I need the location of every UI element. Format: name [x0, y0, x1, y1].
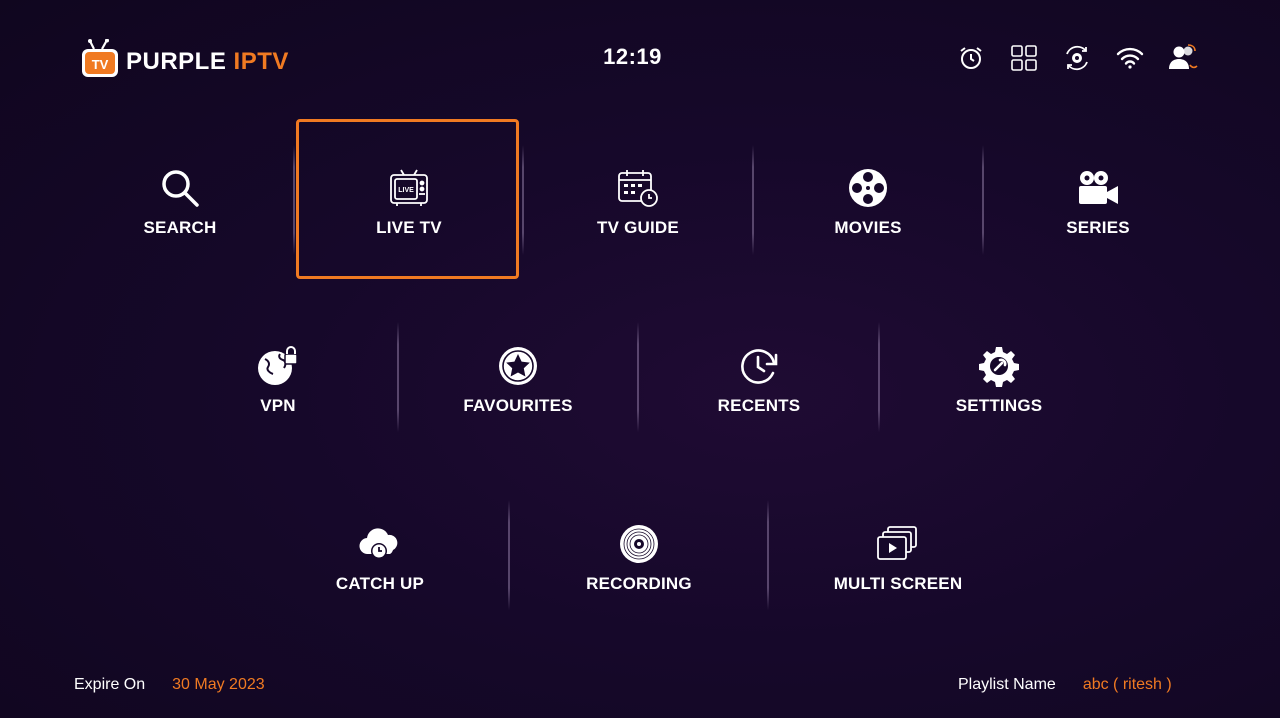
menu-label: SETTINGS: [955, 396, 1043, 415]
app-logo: TV PURPLE IPTV: [80, 38, 289, 82]
menu-series[interactable]: SERIES: [1038, 166, 1158, 238]
playlist-info: Playlist Name abc ( ritesh ): [958, 676, 1172, 694]
menu-multi-screen[interactable]: MULTI SCREEN: [834, 522, 962, 594]
stacked-screens-icon: [876, 522, 920, 566]
logo-word-purple: PURPLE: [126, 48, 227, 75]
logo-wordmark: PURPLE IPTV: [126, 48, 289, 76]
menu-search[interactable]: SEARCH: [120, 166, 240, 238]
menu-catch-up[interactable]: CATCH UP: [320, 522, 440, 594]
menu-label: LIVE TV: [376, 218, 442, 237]
settings-sync-icon[interactable]: [1061, 42, 1093, 74]
divider: [397, 322, 399, 432]
divider: [637, 322, 639, 432]
clock: 12:19: [603, 44, 662, 69]
playlist-label: Playlist Name: [958, 676, 1056, 693]
logo-badge-text: TV: [92, 57, 109, 72]
alarm-clock-icon[interactable]: [955, 42, 987, 74]
divider: [293, 145, 295, 255]
svg-text:LIVE: LIVE: [398, 187, 414, 194]
user-switch-icon[interactable]: [1167, 42, 1199, 74]
calendar-clock-icon: [616, 166, 660, 210]
film-reel-icon: [846, 166, 890, 210]
menu-movies[interactable]: MOVIES: [808, 166, 928, 238]
menu-recording[interactable]: RECORDING: [579, 522, 699, 594]
multiview-grid-icon[interactable]: [1008, 42, 1040, 74]
menu-favourites[interactable]: FAVOURITES: [458, 344, 578, 416]
history-clock-icon: [737, 344, 781, 388]
menu-label: SERIES: [1066, 218, 1130, 237]
menu-label: VPN: [260, 396, 296, 415]
menu-vpn[interactable]: VPN: [218, 344, 338, 416]
wifi-icon[interactable]: [1114, 42, 1146, 74]
cloud-clock-icon: [358, 522, 402, 566]
expire-label: Expire On: [74, 676, 146, 693]
globe-lock-icon: [256, 344, 300, 388]
menu-label: MOVIES: [834, 218, 902, 237]
divider: [878, 322, 880, 432]
divider: [982, 145, 984, 255]
vinyl-disc-icon: [617, 522, 661, 566]
menu-settings[interactable]: SETTINGS: [939, 344, 1059, 416]
video-camera-icon: [1076, 166, 1120, 210]
menu-label: MULTI SCREEN: [833, 574, 963, 593]
gear-wrench-icon: [977, 344, 1021, 388]
menu-recents[interactable]: RECENTS: [699, 344, 819, 416]
divider: [522, 145, 524, 255]
divider: [752, 145, 754, 255]
menu-label: TV GUIDE: [597, 218, 679, 237]
menu-label: RECENTS: [717, 396, 801, 415]
star-icon: [496, 344, 540, 388]
divider: [508, 500, 510, 610]
tv-logo-icon: TV: [82, 39, 118, 77]
menu-label: SEARCH: [143, 218, 217, 237]
menu-label: CATCH UP: [335, 574, 425, 593]
menu-label: RECORDING: [586, 574, 692, 593]
expire-date: 30 May 2023: [172, 676, 265, 693]
logo-word-iptv: IPTV: [233, 48, 289, 75]
expire-info: Expire On 30 May 2023: [74, 676, 265, 694]
search-icon: [158, 166, 202, 210]
menu-live-tv[interactable]: LIVE LIVE TV: [349, 166, 469, 238]
live-tv-icon: LIVE: [387, 166, 431, 210]
menu-tv-guide[interactable]: TV GUIDE: [578, 166, 698, 238]
header-toolbar: [955, 42, 1199, 74]
menu-label: FAVOURITES: [463, 396, 573, 415]
divider: [767, 500, 769, 610]
playlist-name: abc ( ritesh ): [1082, 676, 1172, 693]
